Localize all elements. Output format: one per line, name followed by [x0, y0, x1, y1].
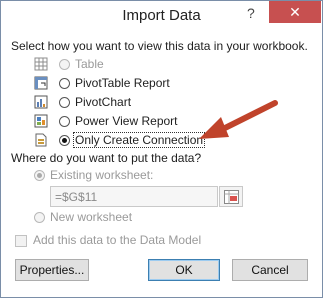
cancel-button[interactable]: Cancel	[232, 259, 308, 281]
radio-pivotchart[interactable]	[59, 97, 70, 108]
pivottable-icon	[34, 76, 48, 90]
properties-button[interactable]: Properties...	[15, 259, 89, 281]
existing-worksheet-label: Existing worksheet:	[50, 168, 154, 182]
option-table-label: Table	[75, 57, 104, 71]
data-model-checkbox[interactable]	[15, 235, 27, 247]
help-icon[interactable]: ?	[247, 5, 255, 21]
radio-pivottable[interactable]	[59, 78, 70, 89]
new-worksheet-label: New worksheet	[50, 210, 133, 224]
range-picker-button[interactable]	[219, 186, 243, 207]
ok-button[interactable]: OK	[148, 259, 220, 281]
properties-button-label: Properties...	[19, 263, 85, 277]
connection-icon	[35, 133, 47, 147]
data-model-label: Add this data to the Data Model	[33, 233, 202, 247]
table-icon	[34, 57, 48, 71]
close-icon[interactable]: ✕	[269, 1, 321, 23]
import-data-dialog: Import Data ? ✕ Select how you want to v…	[0, 0, 323, 298]
ok-button-label: OK	[175, 263, 193, 277]
pivotchart-icon	[34, 95, 48, 109]
option-only-create-connection-label: Only Create Connection	[73, 132, 206, 148]
range-picker-icon	[224, 190, 239, 204]
range-input[interactable]: =$G$11	[50, 186, 218, 207]
where-prompt: Where do you want to put the data?	[11, 151, 202, 165]
radio-existing-worksheet[interactable]	[34, 170, 45, 181]
option-pivotchart-label: PivotChart	[75, 95, 132, 109]
radio-power-view[interactable]	[59, 116, 70, 127]
radio-table[interactable]	[59, 59, 70, 70]
cancel-button-label: Cancel	[251, 263, 289, 277]
view-prompt: Select how you want to view this data in…	[11, 39, 308, 53]
option-pivottable-label: PivotTable Report	[75, 76, 170, 90]
option-power-view-label: Power View Report	[75, 114, 178, 128]
radio-new-worksheet[interactable]	[34, 212, 45, 223]
annotation-arrow-icon	[199, 100, 278, 139]
power-view-icon	[34, 114, 48, 128]
radio-only-create-connection[interactable]	[59, 135, 70, 146]
